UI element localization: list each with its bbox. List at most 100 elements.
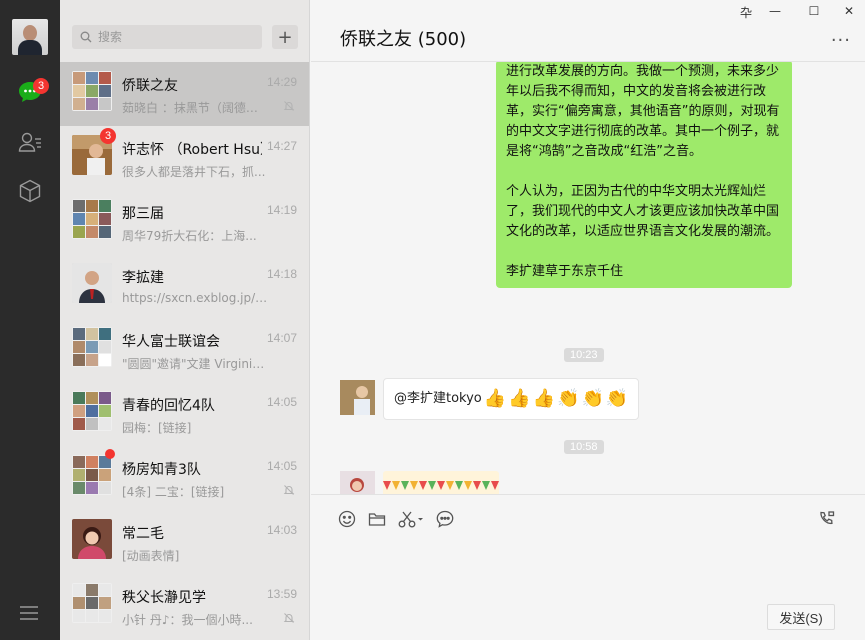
message-signature: 李扩建草于东京千住 (506, 264, 624, 279)
message-area[interactable]: 进行改革发展的方向。我做一个预测，未来多少年以后我不得而知，中文的发音将会被进行… (311, 62, 865, 495)
muted-bell-icon (283, 612, 295, 628)
search-bar: + (60, 0, 309, 62)
chat-avatar (72, 519, 112, 559)
chat-list-item[interactable]: 杨房知青3队 14:05 [4条] 二宝：[链接] (60, 446, 309, 510)
phone-video-icon (820, 511, 835, 525)
clap-emoji-icon: 👏 (557, 388, 580, 409)
search-box[interactable] (72, 25, 262, 49)
chat-avatar (72, 583, 112, 623)
chat-snippet: https://sxcn.exblog.jp/2... (122, 291, 268, 305)
left-nav-rail: 3 (0, 0, 60, 640)
chat-name: 秩父长瀞见学 (122, 590, 206, 606)
chat-snippet: 茹晓白 ：抹黑节（阔德格... (122, 101, 268, 115)
thumbs-up-emoji-icon: 👍 (508, 388, 531, 409)
muted-bell-icon (283, 100, 295, 116)
chat-list-panel: + 侨联之友 14:29 茹晓白 ：抹黑节（阔德格... 许志怀 （Robert Hs… (60, 0, 310, 640)
add-chat-button[interactable]: + (272, 25, 298, 49)
clap-emoji-icon: 👏 (605, 388, 629, 409)
scissors-icon (398, 511, 423, 528)
muted-bell-icon (283, 484, 295, 500)
sender-avatar[interactable] (340, 471, 375, 494)
emoji-button[interactable] (337, 509, 357, 529)
unread-dot (105, 449, 115, 459)
chat-items: 侨联之友 14:29 茹晓白 ：抹黑节（阔德格... 许志怀 （Robert Hsu）… (60, 62, 309, 638)
person-photo-icon (72, 519, 112, 559)
chat-name: 李拡建 (122, 270, 164, 286)
conversation-header: 侨联之友 (500) ··· 卆 — ☐ ✕ (311, 0, 865, 62)
conversation-title: 侨联之友 (500) (340, 29, 467, 50)
chat-avatar (72, 71, 112, 111)
chat-list-item[interactable]: 常二毛 14:03 [动画表情] (60, 510, 309, 574)
smiley-icon (338, 510, 356, 528)
chat-time: 14:07 (266, 331, 297, 345)
person-photo-icon (340, 380, 375, 415)
image-message[interactable] (383, 471, 499, 494)
chat-name: 许志怀 （Robert Hsu） (122, 142, 262, 158)
chat-time: 14:27 (266, 139, 297, 153)
speech-bubble-icon (436, 510, 454, 528)
folder-icon (368, 513, 386, 526)
main-menu-button[interactable] (18, 604, 40, 626)
contacts-nav-button[interactable] (15, 127, 45, 157)
bunting-flags-image (383, 481, 499, 491)
clap-emoji-icon: 👏 (581, 388, 604, 409)
chat-list-item[interactable]: 青春的回忆4队 14:05 园梅：[链接] (60, 382, 309, 446)
minimize-button[interactable]: — (767, 4, 783, 18)
close-button[interactable]: ✕ (841, 4, 857, 18)
send-button[interactable]: 发送(S) (767, 604, 835, 630)
mini-programs-nav-button[interactable] (15, 176, 45, 206)
search-input[interactable] (98, 30, 248, 44)
mention-text: @李扩建tokyo (394, 391, 482, 406)
composer-toolbar (311, 495, 865, 535)
chat-snippet: [动画表情] (122, 549, 180, 563)
chat-time: 14:18 (266, 267, 297, 281)
chat-list-item[interactable]: 侨联之友 14:29 茹晓白 ：抹黑节（阔德格... (60, 62, 309, 126)
sender-avatar[interactable] (340, 380, 375, 415)
received-message-bubble[interactable]: @李扩建tokyo 👍 👍 👍 👏 👏 👏 (383, 378, 640, 420)
chat-avatar (72, 199, 112, 239)
chat-time: 14:05 (266, 395, 297, 409)
message-timestamp: 10:23 (564, 348, 604, 362)
person-photo-icon (340, 471, 375, 494)
thumbs-up-emoji-icon: 👍 (483, 388, 507, 409)
chat-list-item[interactable]: 李拡建 14:18 https://sxcn.exblog.jp/2... (60, 254, 309, 318)
hamburger-icon (20, 606, 38, 620)
conversation-panel: 侨联之友 (500) ··· 卆 — ☐ ✕ 进行改革发展的方向。我做一个预测，… (311, 0, 865, 640)
chat-name: 侨联之友 (122, 78, 178, 94)
chat-list-item[interactable]: 秩父长瀞见学 13:59 小针 丹♪：我一個小時... (60, 574, 309, 638)
chat-avatar (72, 327, 112, 367)
person-photo-icon (72, 263, 112, 303)
chat-snippet: "圆圆"邀请"文建 Virginie... (122, 357, 268, 371)
chat-time: 14:19 (266, 203, 297, 217)
screenshot-button[interactable] (397, 509, 425, 529)
unread-badge: 3 (100, 128, 116, 144)
chat-list-item[interactable]: 许志怀 （Robert Hsu） 14:27 很多人都是落井下石，抓... 3 (60, 126, 309, 190)
message-paragraph: 进行改革发展的方向。我做一个预测，未来多少年以后我不得而知，中文的发音将会被进行… (506, 64, 780, 159)
chat-history-button[interactable] (435, 509, 455, 529)
message-paragraph: 个人认为，正因为古代的中华文明太光辉灿烂了，我们现代的中文人才该更应该加快改革中… (506, 184, 780, 239)
chat-list-item[interactable]: 华人富士联谊会 14:07 "圆圆"邀请"文建 Virginie... (60, 318, 309, 382)
chat-snippet: 小针 丹♪：我一個小時... (122, 613, 253, 627)
chat-avatar (72, 455, 112, 495)
pin-window-button[interactable]: 卆 (738, 4, 754, 21)
chat-name: 杨房知青3队 (122, 462, 201, 478)
voice-call-button[interactable] (817, 509, 837, 529)
chat-time: 13:59 (266, 587, 297, 601)
send-file-button[interactable] (367, 509, 387, 529)
chat-snippet: 园梅：[链接] (122, 421, 192, 435)
chat-unread-badge: 3 (33, 78, 49, 94)
more-options-button[interactable]: ··· (831, 30, 851, 51)
chat-time: 14:29 (266, 75, 297, 89)
chat-name: 常二毛 (122, 526, 164, 542)
chat-snippet: 周华79折大石化：上海... (122, 229, 257, 243)
chat-time: 14:03 (266, 523, 297, 537)
chat-snippet: [4条] 二宝：[链接] (122, 485, 225, 499)
chat-avatar (72, 263, 112, 303)
cube-icon (19, 179, 41, 203)
thumbs-up-emoji-icon: 👍 (532, 388, 556, 409)
chat-name: 华人富士联谊会 (122, 334, 220, 350)
my-message-bubble[interactable]: 进行改革发展的方向。我做一个预测，未来多少年以后我不得而知，中文的发音将会被进行… (496, 62, 792, 288)
maximize-button[interactable]: ☐ (806, 4, 822, 18)
chat-list-item[interactable]: 那三届 14:19 周华79折大石化：上海... (60, 190, 309, 254)
my-avatar[interactable] (12, 19, 48, 55)
